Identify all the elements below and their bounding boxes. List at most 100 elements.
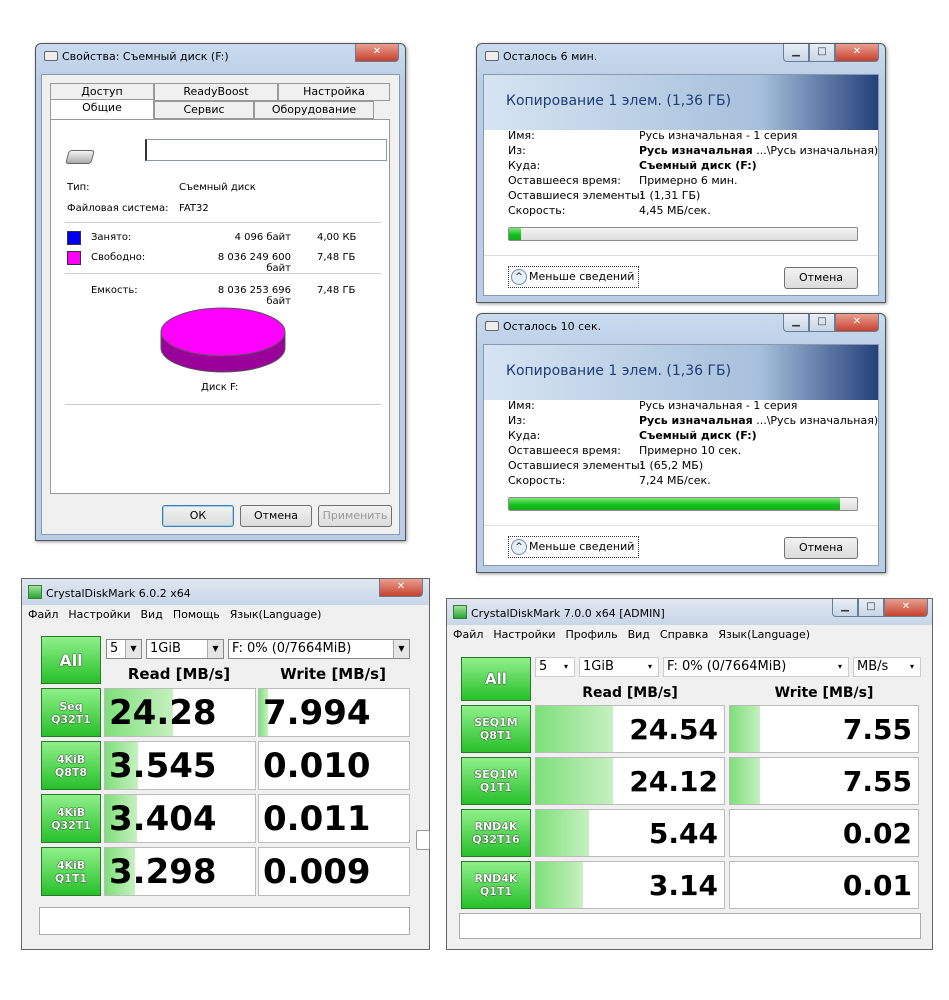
pie-top — [160, 307, 286, 357]
write-header: Write [MB/s] — [774, 685, 874, 701]
write-result-value: 0.009 — [263, 852, 371, 892]
minimize-button[interactable]: ▁ — [832, 599, 858, 617]
size-value: 1GiB — [150, 641, 181, 656]
comment-field[interactable] — [459, 913, 921, 939]
menu-bar: Файл Настройки Вид Помощь Язык(Language) — [22, 605, 429, 625]
speed-label: Скорость: — [508, 474, 566, 487]
menu-view[interactable]: Вид — [141, 605, 163, 625]
time-label: Оставшееся время: — [508, 444, 621, 457]
drive-select[interactable]: F: 0% (0/7664MiB) ▼ — [228, 639, 410, 659]
cancel-button[interactable]: Отмена — [240, 505, 312, 527]
window-edge-handle[interactable] — [416, 830, 430, 850]
size-select[interactable]: 1GiB ▼ — [146, 639, 224, 659]
test-button[interactable]: Seq Q32T1 — [41, 688, 101, 737]
comment-field[interactable] — [39, 907, 410, 935]
close-button[interactable]: ✕ — [884, 599, 928, 617]
free-size: 7,48 ГБ — [317, 252, 356, 263]
to-value[interactable]: Съемный диск (F:) — [639, 429, 757, 442]
read-result-value: 3.404 — [109, 799, 217, 839]
menu-help[interactable]: Справка — [660, 625, 708, 645]
write-result-value: 0.010 — [263, 746, 371, 786]
menu-view[interactable]: Вид — [628, 625, 650, 645]
cancel-button[interactable]: Отмена — [784, 537, 858, 559]
maximize-button[interactable]: □ — [858, 599, 884, 617]
crystaldiskmark-icon — [28, 585, 42, 599]
menu-language[interactable]: Язык(Language) — [718, 625, 810, 645]
count-select[interactable]: 5 ▼ — [106, 639, 142, 659]
test-label-queue: Q32T16 — [472, 833, 520, 846]
minimize-button[interactable]: ▁ — [783, 314, 809, 332]
count-select[interactable]: 5 ▾ — [535, 657, 575, 677]
write-result-cell: 0.01 — [729, 861, 919, 909]
properties-client: Доступ ReadyBoost Настройка Общие Сервис… — [41, 74, 400, 535]
write-result-value: 7.55 — [842, 765, 912, 798]
drive-select[interactable]: F: 0% (0/7664MiB) ▾ — [663, 657, 849, 677]
test-label-type: 4KiB — [56, 858, 86, 872]
test-label-queue: Q32T1 — [51, 818, 91, 832]
chevron-down-icon: ▾ — [832, 658, 848, 676]
close-button[interactable]: ✕ — [835, 44, 879, 62]
minimize-button[interactable]: ▁ — [783, 44, 809, 62]
test-label-queue: Q1T1 — [54, 871, 88, 885]
name-label: Имя: — [508, 399, 535, 412]
items-label: Оставшиеся элементы: — [508, 189, 644, 202]
close-button[interactable]: ✕ — [355, 44, 399, 62]
drive-name-input[interactable] — [145, 139, 387, 161]
type-label: Тип: — [67, 182, 90, 193]
close-button[interactable]: ✕ — [379, 579, 423, 597]
menu-file[interactable]: Файл — [453, 625, 483, 645]
test-button[interactable]: 4KiB Q8T8 — [41, 741, 101, 790]
maximize-button[interactable]: □ — [809, 314, 835, 332]
less-details-button[interactable]: ^ Меньше сведений — [508, 536, 640, 558]
tab-readyboost[interactable]: ReadyBoost — [154, 83, 278, 101]
test-button[interactable]: 4KiB Q32T1 — [41, 794, 101, 843]
to-value[interactable]: Съемный диск (F:) — [639, 159, 757, 172]
copy-header: Копирование 1 элем. (1,36 ГБ) — [506, 93, 732, 109]
apply-button[interactable]: Применить — [318, 505, 392, 527]
test-button[interactable]: SEQ1M Q1T1 — [461, 757, 531, 805]
size-select[interactable]: 1GiB ▾ — [579, 657, 659, 677]
type-value: Съемный диск — [179, 182, 256, 193]
test-label-type: 4KiB — [56, 805, 86, 819]
from-source[interactable]: Русь изначальная — [639, 414, 753, 427]
divider — [65, 273, 381, 274]
test-button[interactable]: 4KiB Q1T1 — [41, 847, 101, 896]
menu-file[interactable]: Файл — [28, 605, 58, 625]
time-label: Оставшееся время: — [508, 174, 621, 187]
from-source[interactable]: Русь изначальная — [639, 144, 753, 157]
drive-value: F: 0% (0/7664MiB) — [232, 641, 352, 656]
tab-service[interactable]: Сервис — [154, 101, 254, 119]
read-result-cell: 24.54 — [535, 705, 725, 753]
test-button[interactable]: RND4K Q32T16 — [461, 809, 531, 857]
chevron-down-icon: ▼ — [125, 640, 141, 658]
write-result-value: 7.55 — [842, 713, 912, 746]
progress-fill — [509, 498, 840, 510]
menu-settings[interactable]: Настройки — [68, 605, 130, 625]
less-details-label: Меньше сведений — [529, 270, 635, 283]
menu-language[interactable]: Язык(Language) — [230, 605, 322, 625]
tab-general[interactable]: Общие — [50, 99, 154, 119]
maximize-button[interactable]: □ — [809, 44, 835, 62]
read-result-cell: 3.404 — [104, 794, 256, 843]
drive-value: F: 0% (0/7664MiB) — [667, 659, 787, 674]
test-button[interactable]: SEQ1M Q8T1 — [461, 705, 531, 753]
all-button[interactable]: All — [41, 636, 101, 684]
cancel-button[interactable]: Отмена — [784, 267, 858, 289]
menu-help[interactable]: Помощь — [173, 605, 220, 625]
test-label-type: RND4K — [474, 872, 518, 885]
less-details-button[interactable]: ^ Меньше сведений — [508, 266, 640, 288]
unit-select[interactable]: MB/s ▾ — [853, 657, 921, 677]
close-button[interactable]: ✕ — [835, 314, 879, 332]
tab-settings[interactable]: Настройка — [278, 83, 390, 101]
cdm6-window: CrystalDiskMark 6.0.2 x64 ✕ Файл Настрой… — [21, 578, 430, 950]
all-button[interactable]: All — [461, 657, 531, 701]
divider — [65, 222, 381, 223]
test-button[interactable]: RND4K Q1T1 — [461, 861, 531, 909]
menu-profile[interactable]: Профиль — [566, 625, 618, 645]
read-header: Read [MB/s] — [582, 685, 678, 701]
tab-hardware[interactable]: Оборудование — [254, 101, 374, 119]
free-swatch — [67, 251, 81, 265]
read-result-bar — [536, 758, 614, 804]
ok-button[interactable]: ОК — [162, 505, 234, 527]
menu-settings[interactable]: Настройки — [493, 625, 555, 645]
